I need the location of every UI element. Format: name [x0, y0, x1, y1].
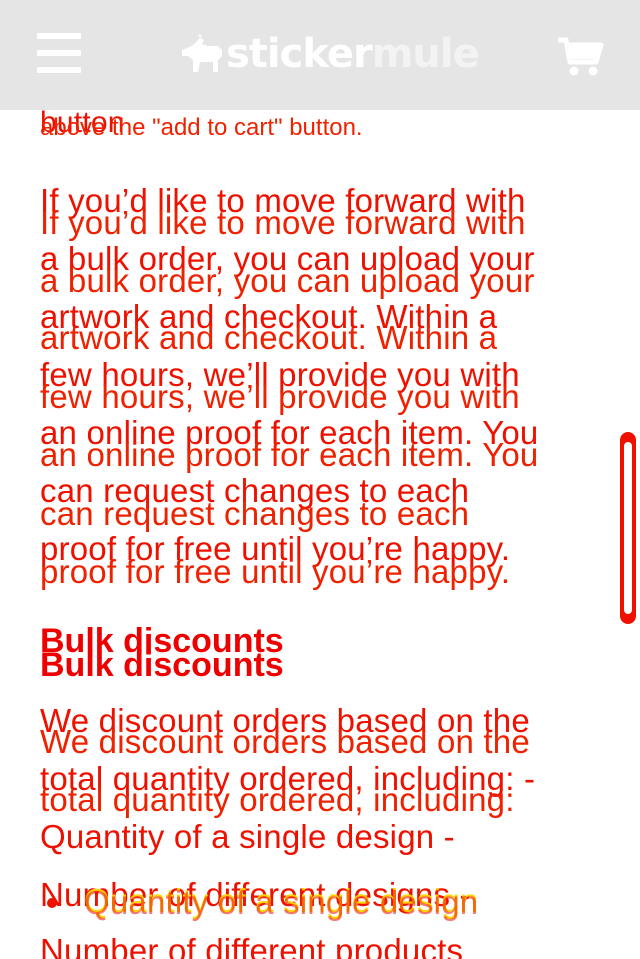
- bullet-item: Quantity of a single design: [84, 884, 479, 921]
- section-heading-ghost: Bulk discounts: [40, 646, 284, 684]
- paragraph-line-ghost: artwork and checkout. Within a: [40, 319, 498, 356]
- paragraph-line: Quantity of a single design -: [40, 818, 455, 855]
- vertical-scrollbar[interactable]: [620, 432, 636, 624]
- paragraph-line-ghost: total quantity ordered, including:: [40, 781, 515, 818]
- logo-word-mule: mule: [371, 31, 480, 77]
- menu-bar-line: [37, 33, 81, 39]
- intro-partial-line: above the "add to cart" button.: [40, 114, 363, 141]
- top-header-bar: sticker mule: [0, 0, 640, 110]
- hamburger-menu-icon[interactable]: [37, 33, 81, 73]
- logo-word-sticker: sticker: [226, 31, 373, 77]
- paragraph-line-ghost: few hours, we’ll provide you with: [40, 378, 520, 415]
- paragraph-line: Number of different products: [40, 932, 464, 959]
- paragraph-line-ghost: We discount orders based on the: [40, 723, 530, 760]
- paragraph-line-ghost: an online proof for each item. You: [40, 436, 539, 473]
- paragraph-line-ghost: can request changes to each: [40, 495, 470, 532]
- paragraph-line-ghost: a bulk order, you can upload your: [40, 262, 535, 299]
- menu-bar-line: [37, 67, 81, 73]
- mule-logo-icon: [182, 34, 222, 72]
- stickermule-logo[interactable]: sticker mule: [178, 28, 480, 80]
- paragraph-line-ghost: If you’d like to move forward with: [40, 204, 526, 241]
- cart-glyph: [558, 37, 604, 76]
- bullet-point-icon: [47, 898, 57, 908]
- article-content: button above the "add to cart" button. I…: [0, 0, 640, 959]
- paragraph-line-ghost: proof for free until you’re happy.: [40, 553, 511, 590]
- menu-bar-line: [37, 50, 81, 56]
- shopping-cart-icon[interactable]: [556, 36, 604, 78]
- scrollbar-thumb[interactable]: [624, 442, 632, 614]
